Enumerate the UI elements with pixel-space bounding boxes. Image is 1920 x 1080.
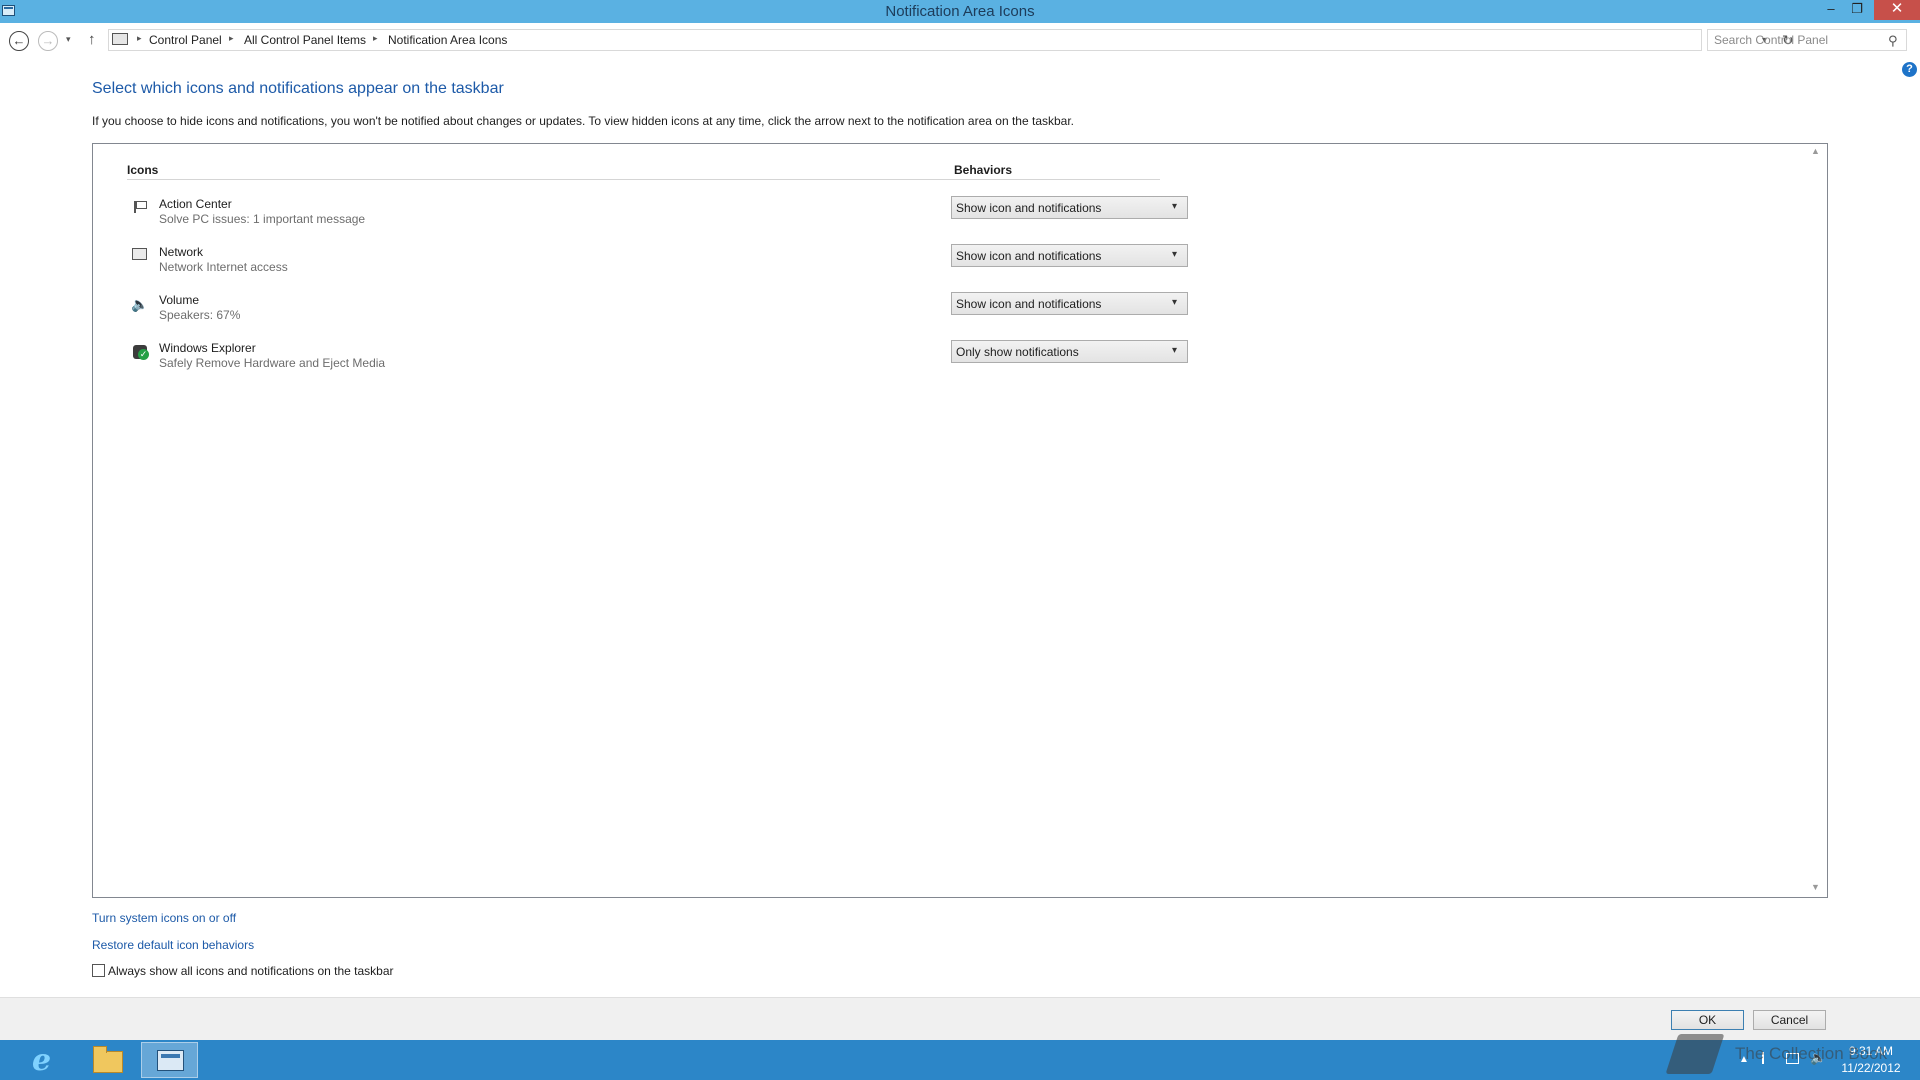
breadcrumb-separator[interactable]: ▸	[137, 33, 142, 44]
item-name: Network	[159, 245, 204, 259]
item-name: Windows Explorer	[159, 341, 256, 355]
always-show-checkbox[interactable]	[92, 964, 105, 977]
behavior-select-action-center[interactable]: Show icon and notifications ▾	[951, 196, 1188, 219]
item-description: Solve PC issues: 1 important message	[159, 212, 366, 226]
chevron-down-icon: ▾	[1172, 297, 1178, 308]
behavior-value: Show icon and notifications	[956, 297, 1102, 311]
internet-explorer-taskbar-button[interactable]: e	[18, 1042, 72, 1078]
computer-icon[interactable]	[112, 33, 128, 45]
item-name: Action Center	[159, 197, 232, 211]
chevron-down-icon: ▾	[1172, 201, 1178, 212]
header-divider	[127, 179, 1160, 180]
title-bar: Notification Area Icons – ❐ ✕	[0, 0, 1920, 23]
behavior-value: Show icon and notifications	[956, 249, 1102, 263]
restore-button[interactable]: ❐	[1844, 0, 1870, 20]
recent-locations-button[interactable]: ▾	[66, 34, 71, 45]
cancel-button[interactable]: Cancel	[1753, 1010, 1826, 1030]
control-panel-icon	[157, 1050, 184, 1071]
item-description: Speakers: 67%	[159, 308, 241, 322]
item-description: Network Internet access	[159, 260, 288, 274]
minimize-button[interactable]: –	[1818, 0, 1844, 20]
up-button[interactable]: ↑	[88, 31, 96, 48]
back-button[interactable]: ←	[9, 31, 29, 51]
address-bar[interactable]: ▸ Control Panel ▸ All Control Panel Item…	[108, 29, 1794, 51]
taskbar: e ▲ 🔈 9:31 AM 11/22/2012	[0, 1040, 1920, 1080]
column-header-behaviors: Behaviors	[954, 163, 1013, 177]
chevron-down-icon: ▾	[1172, 249, 1178, 260]
item-name: Volume	[159, 293, 200, 307]
breadcrumb-separator[interactable]: ▸	[373, 33, 378, 44]
breadcrumb-notification-area-icons[interactable]: Notification Area Icons	[388, 33, 507, 47]
page-title: Select which icons and notifications app…	[92, 80, 504, 97]
item-description: Safely Remove Hardware and Eject Media	[159, 356, 386, 370]
control-panel-taskbar-button[interactable]	[141, 1042, 198, 1078]
column-header-icons: Icons	[127, 163, 159, 177]
page-description: If you choose to hide icons and notifica…	[92, 114, 1075, 128]
turn-system-icons-link[interactable]: Turn system icons on or off	[92, 911, 236, 925]
behavior-value: Only show notifications	[956, 345, 1079, 359]
usb-eject-icon	[131, 343, 149, 361]
list-item: Action Center Solve PC issues: 1 importa…	[93, 196, 1823, 241]
chevron-down-icon: ▾	[1172, 345, 1178, 356]
flag-icon	[131, 199, 149, 217]
breadcrumb-separator[interactable]: ▸	[229, 33, 234, 44]
breadcrumb-all-items[interactable]: All Control Panel Items	[244, 33, 366, 47]
speaker-icon: 🔈	[131, 296, 149, 312]
icons-list-panel: ▲ ▼ Icons Behaviors Action Center Solve …	[92, 143, 1828, 898]
search-input[interactable]: Search Control Panel ⚲	[1707, 29, 1907, 51]
forward-button[interactable]: →	[38, 31, 58, 51]
dialog-button-bar: OK Cancel	[0, 997, 1920, 1040]
list-item: 🔈 Volume Speakers: 67% Show icon and not…	[93, 292, 1823, 337]
internet-explorer-icon: e	[32, 1043, 52, 1078]
file-explorer-taskbar-button[interactable]	[80, 1042, 134, 1078]
list-item: Windows Explorer Safely Remove Hardware …	[93, 340, 1823, 385]
close-button[interactable]: ✕	[1874, 0, 1920, 20]
behavior-select-volume[interactable]: Show icon and notifications ▾	[951, 292, 1188, 315]
navigation-bar: ← → ▾ ↑ ▸ Control Panel ▸ All Control Pa…	[0, 23, 1920, 58]
list-item: Network Network Internet access Show ico…	[93, 244, 1823, 289]
folder-icon	[93, 1046, 123, 1073]
ok-button[interactable]: OK	[1671, 1010, 1744, 1030]
network-icon	[131, 247, 149, 265]
search-placeholder: Search Control Panel	[1714, 33, 1829, 47]
behavior-select-windows-explorer[interactable]: Only show notifications ▾	[951, 340, 1188, 363]
behavior-select-network[interactable]: Show icon and notifications ▾	[951, 244, 1188, 267]
restore-defaults-link[interactable]: Restore default icon behaviors	[92, 938, 254, 952]
help-icon[interactable]: ?	[1902, 62, 1917, 77]
scroll-down-arrow-icon[interactable]: ▼	[1811, 882, 1820, 892]
breadcrumb-control-panel[interactable]: Control Panel	[149, 33, 222, 47]
window-title: Notification Area Icons	[885, 3, 1035, 20]
behavior-value: Show icon and notifications	[956, 201, 1102, 215]
search-icon[interactable]: ⚲	[1888, 33, 1898, 49]
watermark-text: The Collection Book	[1735, 1044, 1888, 1063]
scroll-up-arrow-icon[interactable]: ▲	[1811, 146, 1820, 156]
always-show-label[interactable]: Always show all icons and notifications …	[108, 964, 394, 978]
